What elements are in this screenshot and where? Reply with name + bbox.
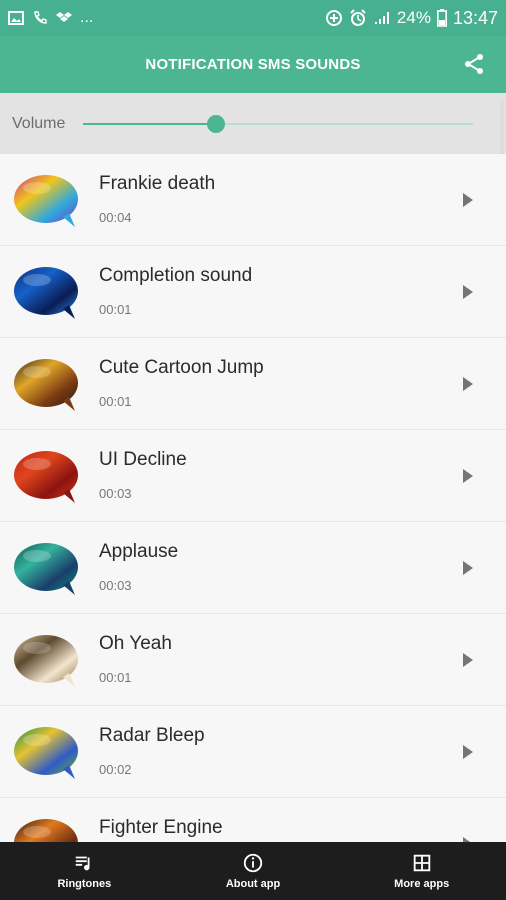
play-icon[interactable] — [462, 743, 474, 761]
nav-more-apps[interactable]: More apps — [337, 842, 506, 900]
phone-icon — [34, 11, 47, 24]
image-icon — [8, 11, 24, 25]
play-icon[interactable] — [462, 283, 474, 301]
play-icon[interactable] — [462, 651, 474, 669]
info-icon — [243, 853, 263, 873]
sound-row[interactable]: Fighter Engine — [0, 798, 506, 842]
sound-title: Completion sound — [99, 265, 253, 286]
sound-title: Applause — [99, 541, 179, 562]
playlist-icon — [76, 856, 90, 871]
battery-percent: 24% — [396, 8, 431, 27]
play-icon[interactable] — [462, 467, 474, 485]
sound-row[interactable]: Oh Yeah 00:01 — [0, 614, 506, 706]
sound-row[interactable]: Cute Cartoon Jump 00:01 — [0, 338, 506, 430]
slider-fill — [83, 122, 216, 125]
bottom-nav: Ringtones About app More apps — [0, 842, 506, 900]
sound-list: Frankie death 00:04 Completion sound 00:01 C… — [0, 154, 506, 842]
sound-thumbnail — [14, 359, 78, 411]
nav-ringtones[interactable]: Ringtones — [0, 842, 169, 900]
sound-duration: 00:01 — [99, 394, 132, 409]
alarm-icon — [350, 9, 366, 26]
volume-label: Volume — [12, 114, 66, 132]
sound-title: Oh Yeah — [99, 633, 172, 654]
sound-title: Fighter Engine — [99, 817, 223, 838]
sound-row[interactable]: Frankie death 00:04 — [0, 154, 506, 246]
status-more: ... — [80, 9, 94, 26]
sound-thumbnail — [14, 727, 78, 779]
status-right: 24% 13:47 — [325, 8, 498, 29]
sound-duration: 00:03 — [99, 486, 132, 501]
sound-thumbnail — [14, 451, 78, 503]
sound-title: Radar Bleep — [99, 725, 205, 746]
sound-duration: 00:02 — [99, 762, 132, 777]
sound-thumbnail — [14, 175, 78, 227]
sound-duration: 00:03 — [99, 578, 132, 593]
status-bar: ... 24% 13:47 — [0, 0, 506, 36]
sound-thumbnail — [14, 819, 78, 842]
sound-title: UI Decline — [99, 449, 187, 470]
nav-label: About app — [225, 878, 281, 890]
play-icon[interactable] — [462, 375, 474, 393]
signal-icon — [374, 12, 389, 24]
volume-slider[interactable] — [83, 114, 473, 134]
sound-duration: 00:01 — [99, 670, 132, 685]
sound-thumbnail — [14, 267, 78, 319]
app-bar: NOTIFICATION SMS SOUNDS — [0, 36, 506, 93]
dropbox-icon — [56, 12, 72, 22]
sound-row[interactable]: Radar Bleep 00:02 — [0, 706, 506, 798]
app-title: NOTIFICATION SMS SOUNDS — [145, 56, 361, 73]
sound-row[interactable]: Applause 00:03 — [0, 522, 506, 614]
sound-thumbnail — [14, 635, 78, 687]
play-icon[interactable] — [462, 559, 474, 577]
battery-icon — [436, 9, 447, 27]
sound-row[interactable]: Completion sound 00:01 — [0, 246, 506, 338]
sound-thumbnail — [14, 543, 78, 595]
nav-label: More apps — [394, 878, 450, 890]
grid-icon — [413, 854, 430, 872]
nav-about-app[interactable]: About app — [169, 842, 338, 900]
sound-title: Cute Cartoon Jump — [99, 357, 264, 378]
share-icon[interactable] — [462, 52, 486, 76]
slider-thumb[interactable] — [206, 114, 225, 133]
status-time: 13:47 — [452, 7, 498, 28]
volume-row: Volume — [0, 93, 506, 154]
sound-duration: 00:04 — [99, 210, 132, 225]
nav-label: Ringtones — [57, 878, 112, 890]
sound-title: Frankie death — [99, 173, 216, 194]
sound-duration: 00:01 — [99, 302, 132, 317]
play-icon[interactable] — [462, 191, 474, 209]
sound-row[interactable]: UI Decline 00:03 — [0, 430, 506, 522]
play-icon[interactable] — [462, 835, 474, 842]
status-left: ... — [8, 9, 93, 27]
data-saver-icon — [325, 10, 342, 26]
